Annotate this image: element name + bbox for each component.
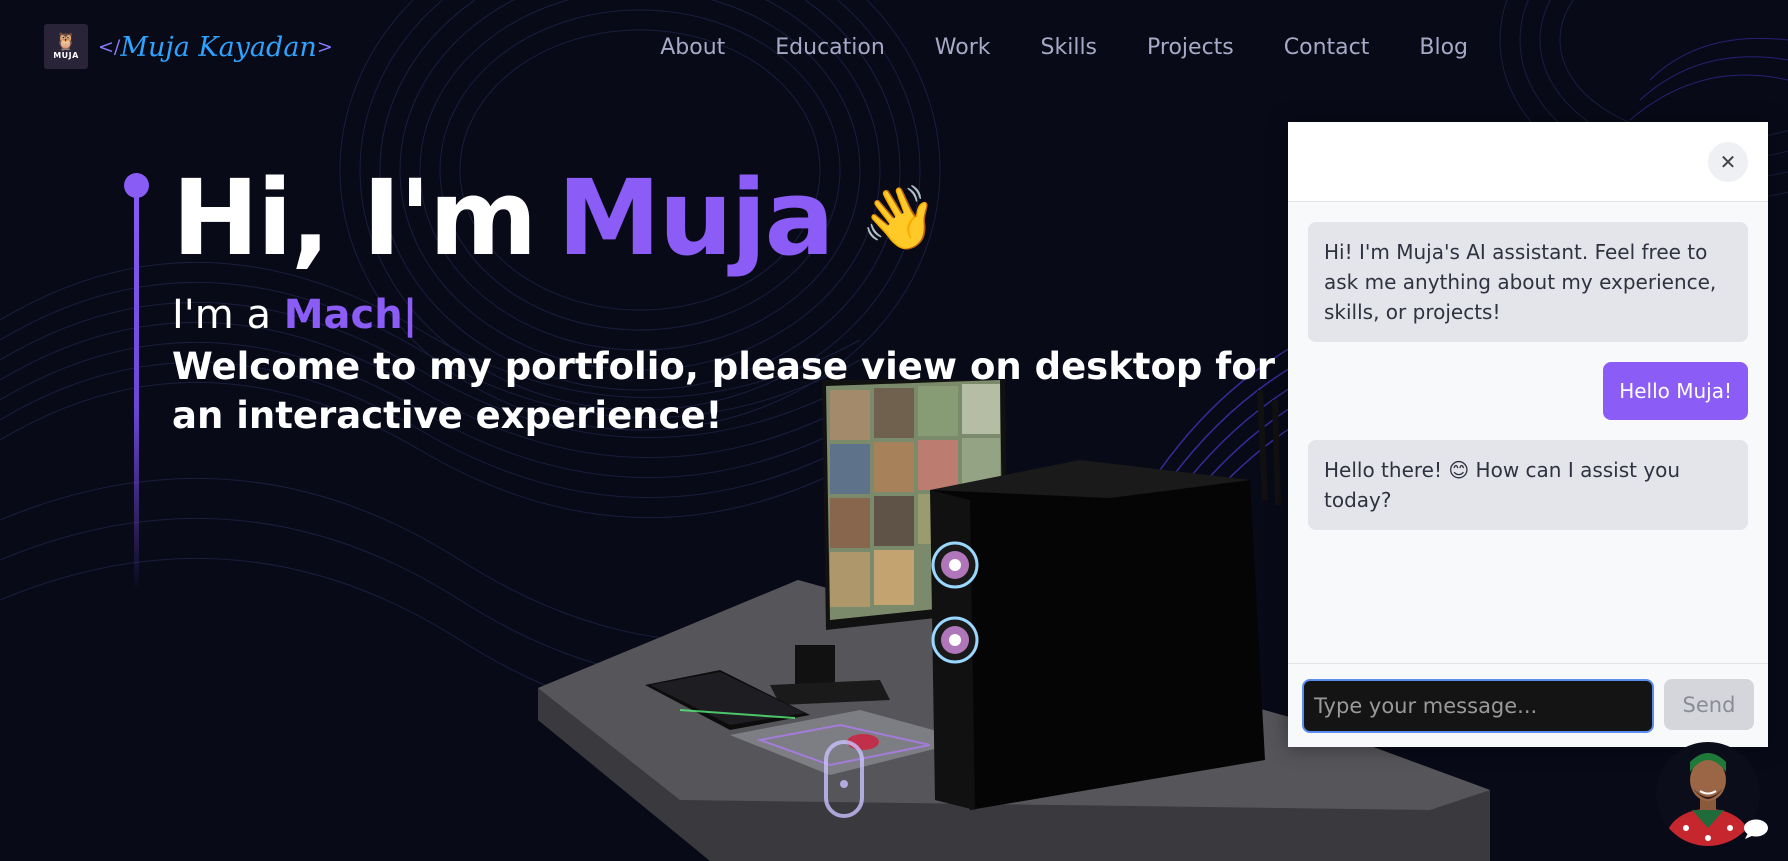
nav-work[interactable]: Work [935,30,991,66]
welcome-text: Welcome to my portfolio, please view on … [172,345,1276,437]
hero-greeting: Hi, I'm [172,157,537,279]
role-typed-text: Mach [283,292,403,338]
close-icon[interactable]: ✕ [1708,142,1748,182]
nav-about[interactable]: About [660,30,725,66]
wave-icon: 👋 [860,181,938,254]
chat-message-input[interactable] [1302,679,1654,733]
nav-contact[interactable]: Contact [1284,30,1370,66]
logo[interactable]: 🦉 MUJA [44,24,88,69]
chat-input-row: Send [1288,663,1768,747]
nav-blog[interactable]: Blog [1419,30,1468,66]
brand-name-link[interactable]: </ Muja Kayadan > [98,27,333,67]
brand-close-bracket: > [316,36,333,58]
nav-projects[interactable]: Projects [1147,30,1234,66]
timeline-line [134,190,139,590]
hero-name: Muja [557,157,834,279]
role-prefix: I'm a [172,292,271,338]
chat-bubble-icon[interactable] [1742,818,1770,840]
role-line: I'm a Mach| [172,290,417,340]
brand-name: Muja Kayadan [120,31,317,63]
chat-window: ✕ Hi! I'm Muja's AI assistant. Feel free… [1288,122,1768,747]
chat-messages: Hi! I'm Muja's AI assistant. Feel free t… [1288,202,1768,664]
chat-header: ✕ [1288,122,1768,202]
main-nav: About Education Work Skills Projects Con… [660,30,1468,66]
brand-open-bracket: </ [98,36,121,58]
nav-education[interactable]: Education [775,30,885,66]
nav-skills[interactable]: Skills [1041,30,1098,66]
logo-text: MUJA [53,51,79,60]
user-message: Hello Muja! [1603,362,1748,420]
bot-message: Hello there! 😊 How can I assist you toda… [1308,440,1748,530]
send-button[interactable]: Send [1664,679,1754,730]
bot-message: Hi! I'm Muja's AI assistant. Feel free t… [1308,222,1748,342]
owl-icon: 🦉 [55,32,77,52]
scroll-mouse-icon[interactable] [824,740,864,818]
typing-cursor: | [402,292,418,338]
hero-title: Hi, I'm Muja 👋 [172,158,938,278]
